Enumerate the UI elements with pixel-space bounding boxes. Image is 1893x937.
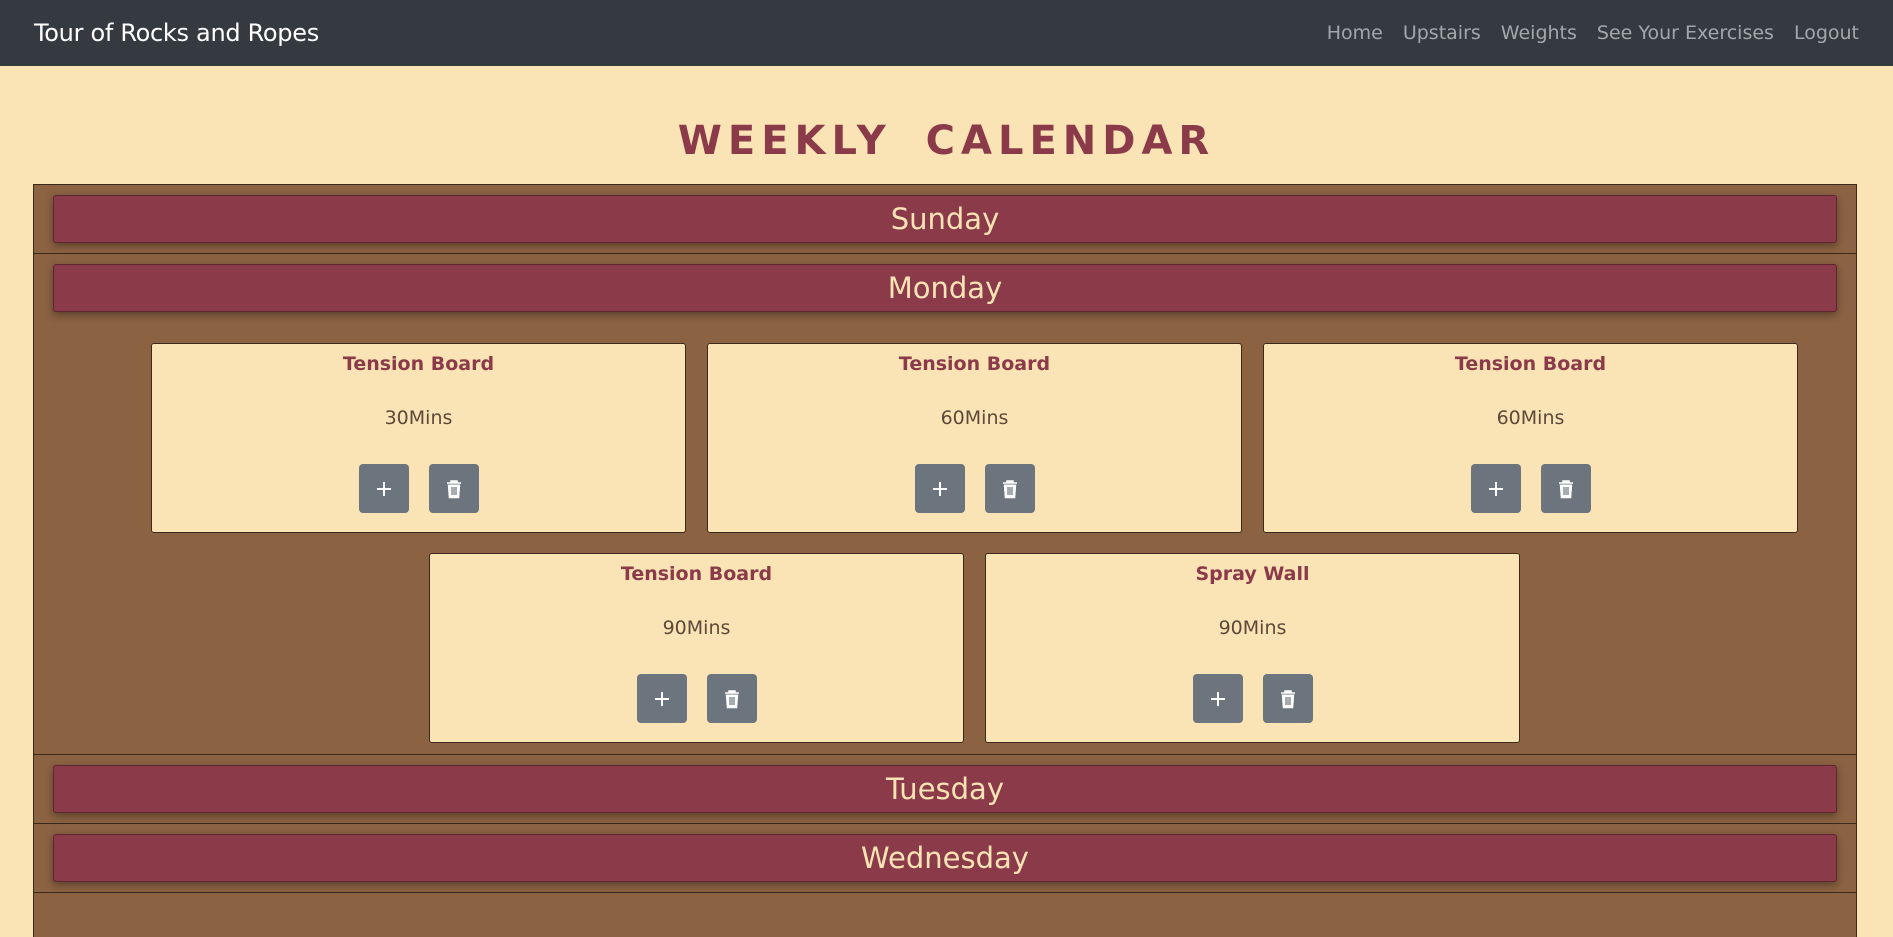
card-actions: [1264, 464, 1797, 513]
add-exercise-button[interactable]: [636, 674, 687, 723]
trash-icon: [446, 479, 461, 498]
nav-links: Home Upstairs Weights See Your Exercises…: [1307, 22, 1859, 44]
day-sunday: Sunday: [34, 185, 1856, 254]
exercise-duration: 60Mins: [1496, 407, 1565, 429]
brand-link[interactable]: Tour of Rocks and Ropes: [34, 19, 319, 47]
day-tuesday: Tuesday: [34, 755, 1856, 824]
day-header-wednesday[interactable]: Wednesday: [53, 834, 1837, 882]
nav-upstairs-link[interactable]: Upstairs: [1403, 22, 1481, 44]
trash-icon: [724, 689, 739, 708]
add-exercise-button[interactable]: [1192, 674, 1243, 723]
card-actions: [152, 464, 685, 513]
weekly-calendar: Sunday Monday Tension Board 30Mins Tensi…: [33, 184, 1857, 937]
exercise-duration: 30Mins: [384, 407, 453, 429]
exercise-title: Tension Board: [620, 563, 773, 585]
trash-icon: [1002, 479, 1017, 498]
plus-icon: [654, 691, 669, 706]
nav-home-link[interactable]: Home: [1327, 22, 1383, 44]
exercise-card-list: Tension Board 30Mins Tension Board 60Min…: [103, 312, 1846, 744]
day-header-tuesday[interactable]: Tuesday: [53, 765, 1837, 813]
card-actions: [430, 674, 963, 723]
delete-exercise-button[interactable]: [428, 464, 479, 513]
add-exercise-button[interactable]: [1470, 464, 1521, 513]
nav-see-exercises-link[interactable]: See Your Exercises: [1597, 22, 1774, 44]
add-exercise-button[interactable]: [358, 464, 409, 513]
card-actions: [986, 674, 1519, 723]
add-exercise-button[interactable]: [914, 464, 965, 513]
day-monday: Monday Tension Board 30Mins Tension Boar…: [34, 254, 1856, 755]
delete-exercise-button[interactable]: [1540, 464, 1591, 513]
exercise-card: Spray Wall 90Mins: [985, 553, 1520, 743]
exercise-duration: 60Mins: [940, 407, 1009, 429]
day-wednesday: Wednesday: [34, 824, 1856, 893]
navbar: Tour of Rocks and Ropes Home Upstairs We…: [0, 0, 1893, 66]
exercise-duration: 90Mins: [1218, 617, 1287, 639]
nav-logout-link[interactable]: Logout: [1794, 22, 1859, 44]
exercise-title: Tension Board: [342, 353, 495, 375]
trash-icon: [1280, 689, 1295, 708]
exercise-title: Tension Board: [898, 353, 1051, 375]
page-title: WEEKLY CALENDAR: [677, 118, 1216, 164]
day-header-monday[interactable]: Monday: [53, 264, 1837, 312]
delete-exercise-button[interactable]: [984, 464, 1035, 513]
plus-icon: [932, 481, 947, 496]
exercise-card: Tension Board 60Mins: [707, 343, 1242, 533]
card-actions: [708, 464, 1241, 513]
nav-weights-link[interactable]: Weights: [1501, 22, 1577, 44]
delete-exercise-button[interactable]: [1262, 674, 1313, 723]
exercise-card: Tension Board 30Mins: [151, 343, 686, 533]
plus-icon: [1210, 691, 1225, 706]
day-header-sunday[interactable]: Sunday: [53, 195, 1837, 243]
delete-exercise-button[interactable]: [706, 674, 757, 723]
exercise-title: Spray Wall: [1195, 563, 1310, 585]
trash-icon: [1558, 479, 1573, 498]
exercise-duration: 90Mins: [662, 617, 731, 639]
plus-icon: [376, 481, 391, 496]
exercise-title: Tension Board: [1454, 353, 1607, 375]
exercise-card: Tension Board 90Mins: [429, 553, 964, 743]
exercise-card: Tension Board 60Mins: [1263, 343, 1798, 533]
plus-icon: [1488, 481, 1503, 496]
